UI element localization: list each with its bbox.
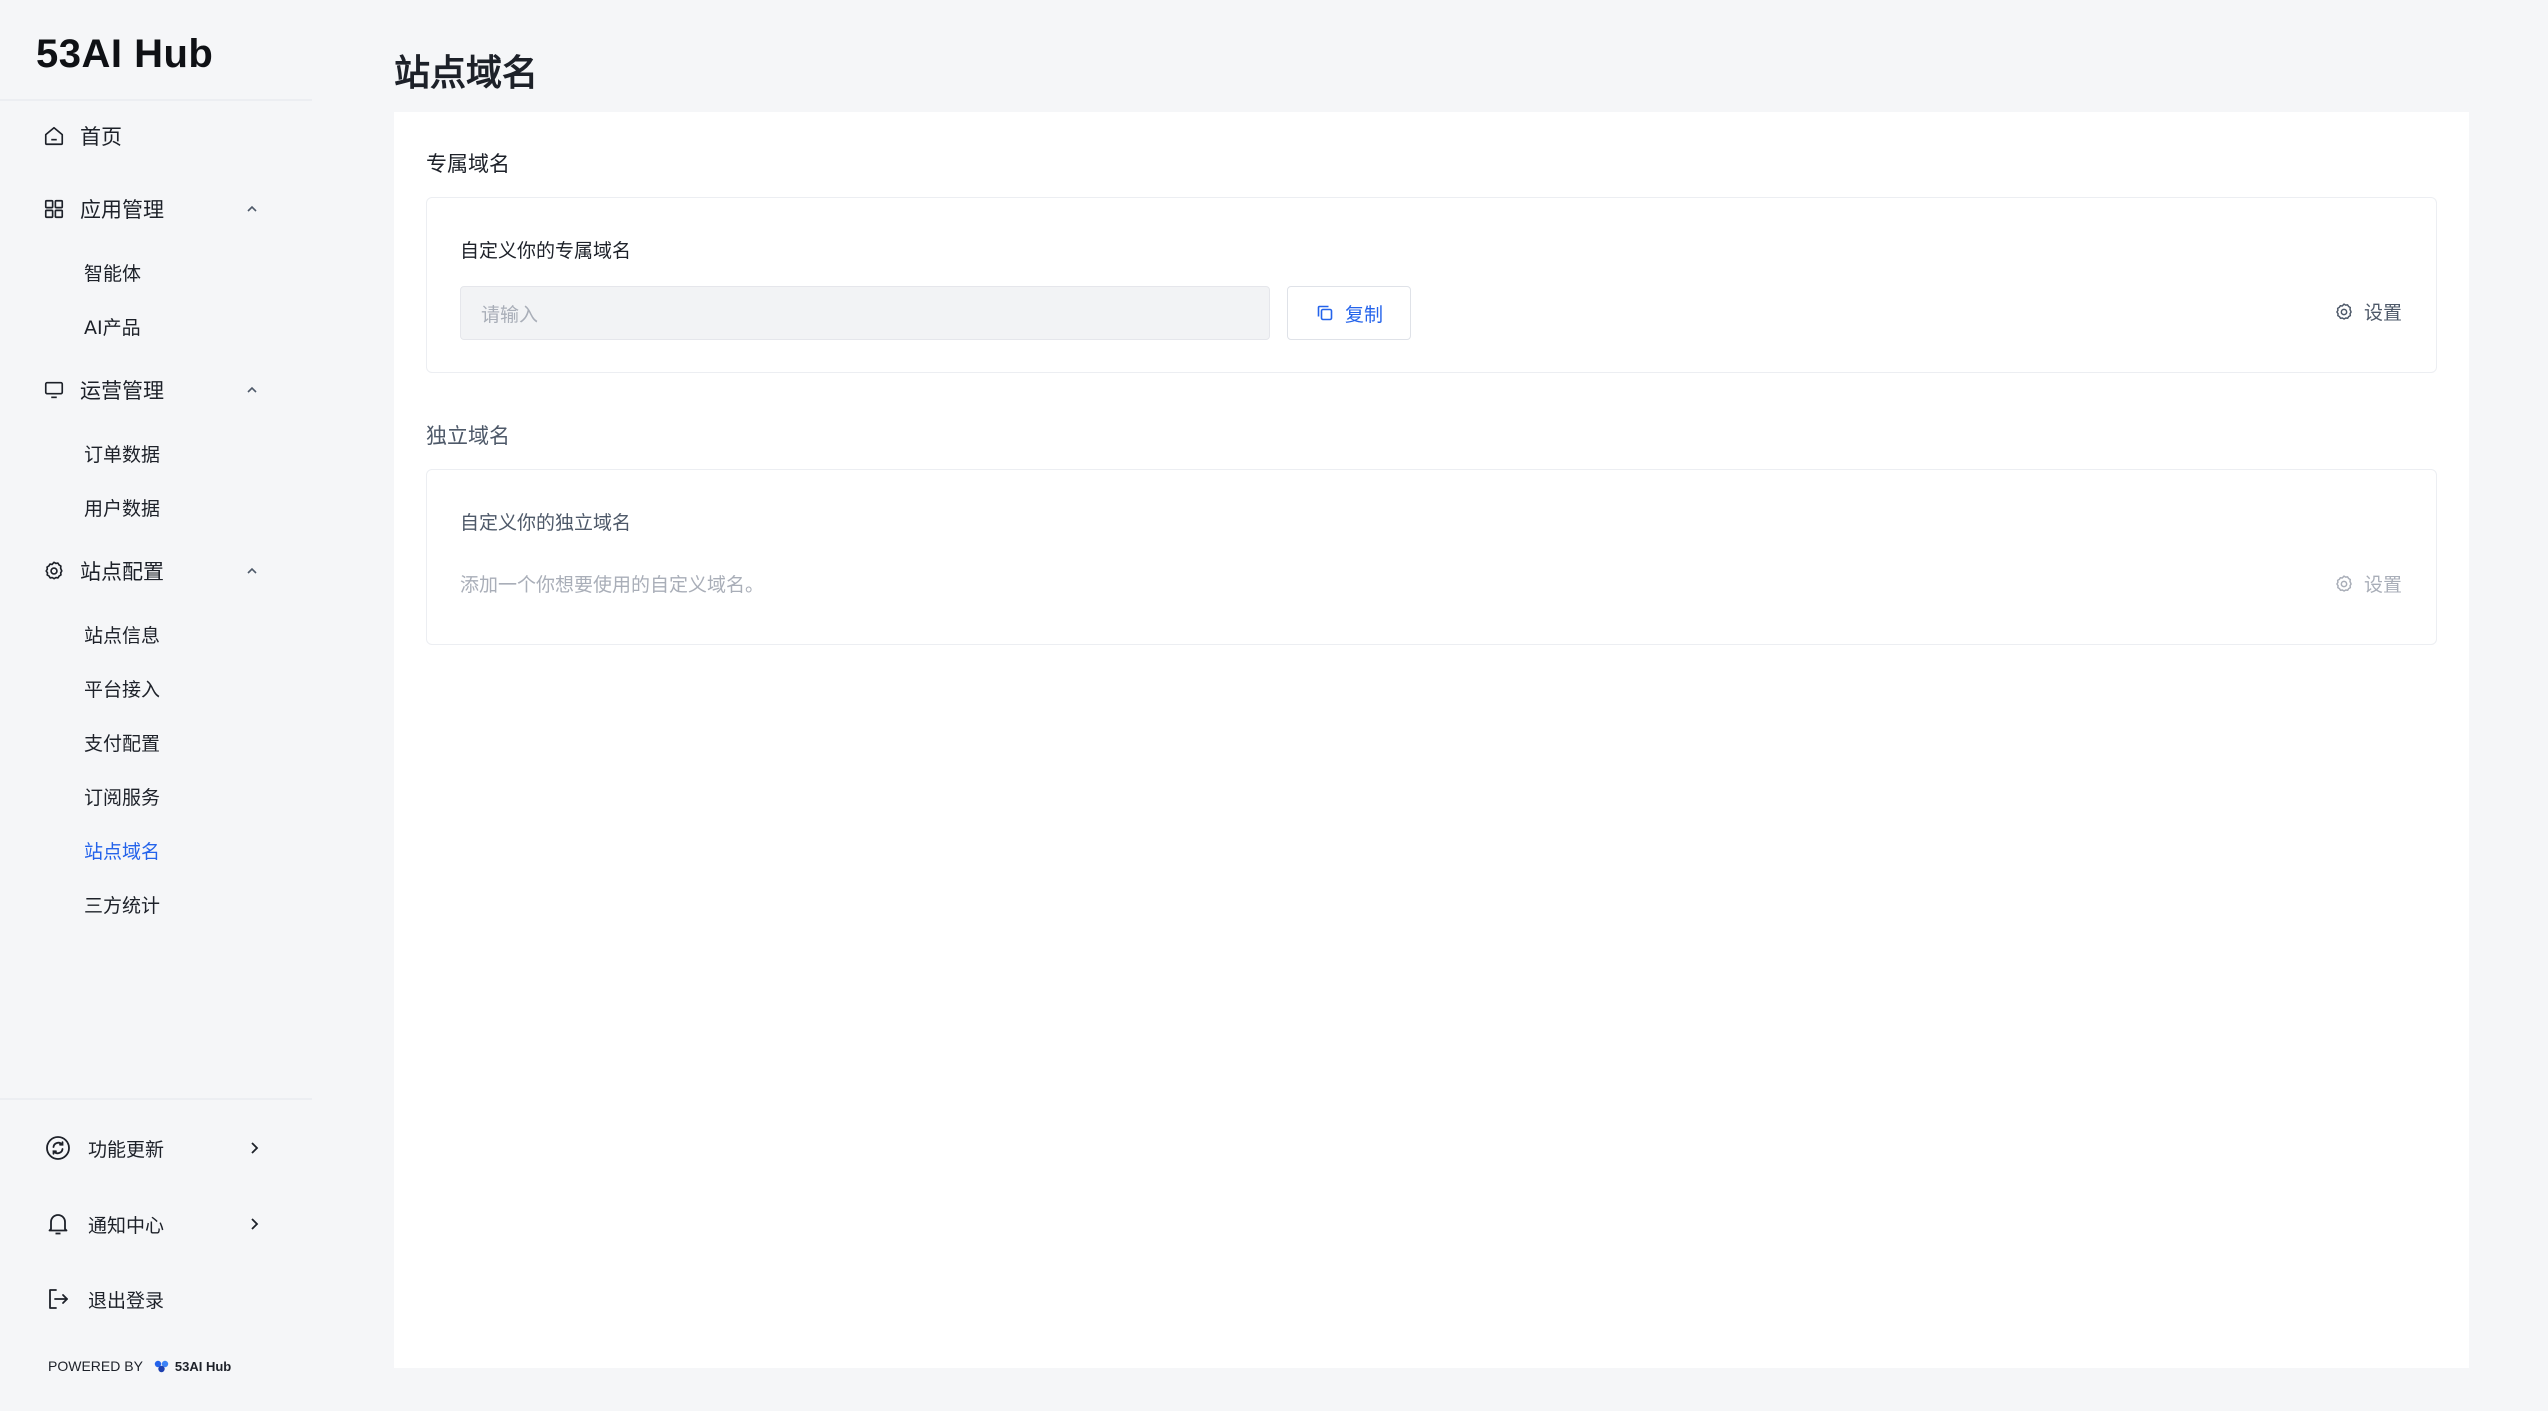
input-placeholder: 请输入	[481, 303, 539, 326]
sidebar-group-label: 站点配置	[80, 560, 164, 584]
powered-by-brand-name: 53AI Hub	[174, 1358, 232, 1374]
sidebar-item-home[interactable]: 首页	[42, 111, 272, 161]
gear-icon	[2336, 574, 2352, 592]
home-icon	[42, 124, 66, 148]
exclusive-domain-settings-button[interactable]: 设置	[2334, 298, 2402, 325]
powered-by: POWERED BY 53AI Hub	[48, 1358, 231, 1374]
refresh-icon	[44, 1134, 72, 1162]
bell-icon	[44, 1210, 72, 1238]
chevron-right-icon	[244, 1214, 264, 1234]
sidebar-footer-divider	[0, 1098, 312, 1100]
chevron-up-icon[interactable]	[242, 199, 262, 219]
independent-domain-title: 独立域名	[426, 424, 510, 448]
gear-icon	[2336, 302, 2352, 320]
chevron-right-icon	[244, 1138, 264, 1158]
copy-button[interactable]: 复制	[1287, 286, 1411, 340]
brand-mark-icon	[154, 1360, 169, 1373]
apps-grid-icon	[42, 197, 66, 221]
sidebar-item-label: 退出登录	[88, 1289, 165, 1312]
exclusive-domain-title: 专属域名	[426, 152, 510, 176]
sidebar-item-notification-center[interactable]: 通知中心	[44, 1199, 274, 1249]
sidebar-group-app-management[interactable]: 应用管理	[42, 184, 272, 234]
sidebar-item-feature-updates[interactable]: 功能更新	[44, 1123, 274, 1173]
sidebar-item-user-data[interactable]: 用户数据	[84, 487, 160, 527]
sidebar-group-label: 运营管理	[80, 379, 164, 403]
exclusive-domain-label: 自定义你的专属域名	[460, 240, 632, 262]
sidebar-item-ai-products[interactable]: AI产品	[84, 306, 141, 346]
sidebar-item-label: 首页	[80, 125, 122, 149]
sidebar-item-third-party-stats[interactable]: 三方统计	[84, 884, 160, 924]
page-title: 站点域名	[394, 53, 539, 94]
powered-by-prefix: POWERED BY	[48, 1358, 143, 1374]
independent-domain-label: 自定义你的独立域名	[460, 512, 632, 534]
sidebar-group-site-config[interactable]: 站点配置	[42, 546, 272, 596]
gear-icon	[42, 559, 66, 583]
content-panel: 专属域名 自定义你的专属域名 请输入 复制 设置 独立域名 自定义你的独立域名 …	[394, 112, 2469, 1368]
sidebar-item-site-info[interactable]: 站点信息	[84, 614, 160, 654]
sidebar-group-operations[interactable]: 运营管理	[42, 365, 272, 415]
chevron-up-icon[interactable]	[242, 561, 262, 581]
sidebar-item-logout[interactable]: 退出登录	[44, 1274, 274, 1324]
independent-domain-settings-button[interactable]: 设置	[2334, 570, 2402, 597]
copy-icon	[1317, 305, 1333, 321]
chevron-up-icon[interactable]	[242, 380, 262, 400]
sidebar-group-label: 应用管理	[80, 198, 164, 222]
sidebar: 53AI Hub 首页 应用管理 智能体 AI产品 运营管理 订单数据 用户数据…	[0, 0, 312, 1411]
logout-icon	[44, 1285, 72, 1313]
sidebar-item-agents[interactable]: 智能体	[84, 252, 141, 292]
sidebar-item-payment-config[interactable]: 支付配置	[84, 722, 160, 762]
app-logo[interactable]: 53AI Hub	[36, 32, 213, 77]
exclusive-domain-card: 自定义你的专属域名 请输入 复制 设置	[426, 197, 2437, 373]
independent-domain-card: 自定义你的独立域名 添加一个你想要使用的自定义域名。 设置	[426, 469, 2437, 645]
sidebar-item-platform-access[interactable]: 平台接入	[84, 668, 160, 708]
monitor-icon	[42, 378, 66, 402]
sidebar-item-label: 通知中心	[88, 1214, 165, 1237]
copy-button-label: 复制	[1344, 303, 1383, 326]
powered-by-brand: 53AI Hub	[153, 1359, 231, 1374]
sidebar-divider	[0, 99, 312, 101]
sidebar-item-subscription[interactable]: 订阅服务	[84, 776, 160, 816]
sidebar-item-label: 功能更新	[88, 1138, 165, 1161]
sidebar-item-site-domain[interactable]: 站点域名	[84, 830, 160, 870]
settings-label: 设置	[2363, 302, 2402, 324]
app-root: 53AI Hub 首页 应用管理 智能体 AI产品 运营管理 订单数据 用户数据…	[0, 0, 2548, 1411]
exclusive-domain-input[interactable]: 请输入	[460, 286, 1270, 340]
sidebar-item-order-data[interactable]: 订单数据	[84, 433, 160, 473]
independent-domain-hint: 添加一个你想要使用的自定义域名。	[460, 574, 765, 596]
settings-label: 设置	[2363, 574, 2402, 596]
